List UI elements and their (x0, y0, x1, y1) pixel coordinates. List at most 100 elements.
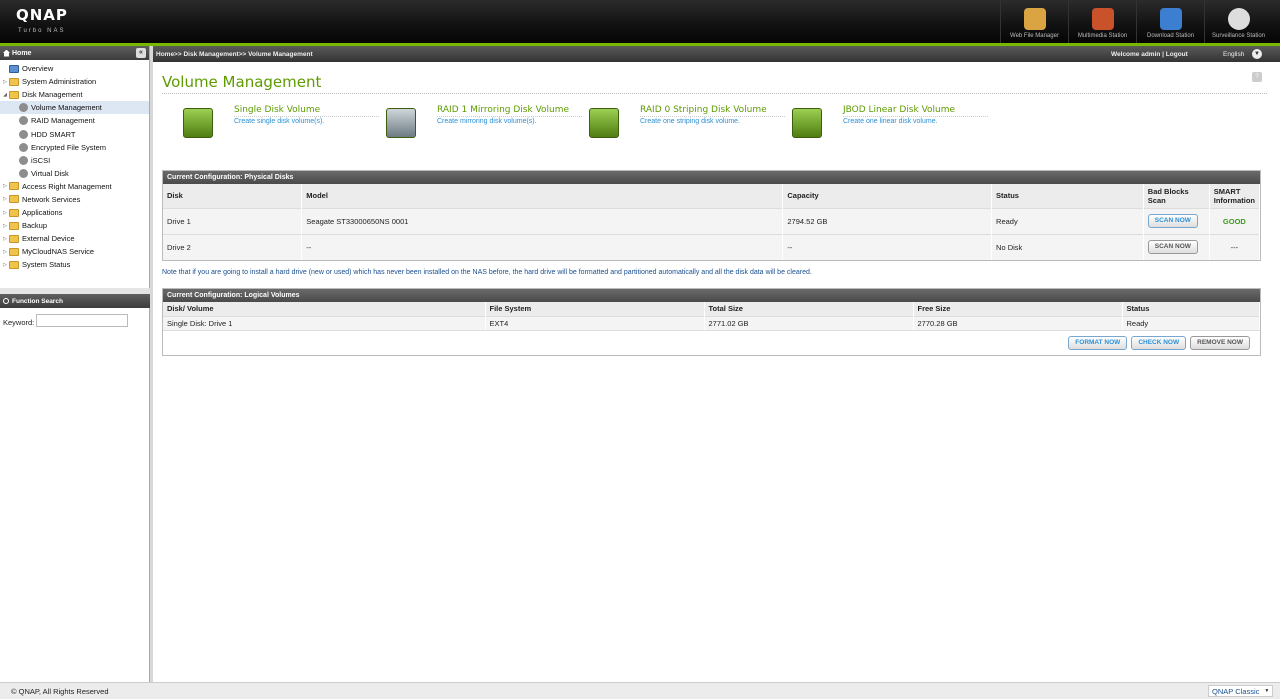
page-title: Volume Management (162, 73, 322, 91)
theme-select[interactable]: QNAP Classic ▼ (1208, 685, 1274, 697)
main-content: Volume Management ? Single Disk Volume C… (153, 62, 1280, 682)
folder-icon (9, 260, 19, 269)
multimedia-station-button[interactable]: Multimedia Station (1068, 0, 1136, 43)
sidebar-item-encrypted-file-system[interactable]: Encrypted File System (0, 141, 149, 154)
sidebar-item-system-status[interactable]: ▷ System Status (0, 258, 149, 271)
footer: © QNAP, All Rights Reserved QNAP Classic… (0, 682, 1280, 699)
qnap-logo: QNAP (16, 6, 68, 24)
raid0-volume-option[interactable]: RAID 0 Striping Disk Volume Create one s… (589, 103, 785, 145)
iscsi-icon (19, 155, 28, 165)
surveillance-station-button[interactable]: Surveillance Station (1204, 0, 1272, 43)
sidebar-item-mycloudnas-service[interactable]: ▷ MyCloudNAS Service (0, 245, 149, 258)
hdd-icon (19, 129, 28, 139)
breadcrumb[interactable]: Home>> Disk Management>> Volume Manageme… (156, 51, 313, 58)
language-select[interactable]: English (1223, 51, 1244, 58)
expand-arrow-icon[interactable]: ▷ (2, 183, 8, 189)
single-disk-volume-option[interactable]: Single Disk Volume Create single disk vo… (183, 103, 379, 145)
sidebar-item-hdd-smart[interactable]: HDD SMART (0, 127, 149, 140)
logical-volumes-title: Current Configuration: Logical Volumes (163, 289, 1260, 302)
sidebar-item-volume-management[interactable]: Volume Management (0, 101, 149, 115)
raid0-disk-icon (589, 108, 619, 138)
sidebar-item-backup[interactable]: ▷ Backup (0, 219, 149, 232)
web-file-manager-button[interactable]: Web File Manager (1000, 0, 1068, 43)
virtual-disk-icon (19, 168, 28, 178)
folder-open-icon (9, 90, 19, 99)
sidebar-item-access-right-management[interactable]: ▷ Access Right Management (0, 180, 149, 193)
folder-icon (9, 221, 19, 230)
table-header-row: Disk Model Capacity Status Bad Blocks Sc… (163, 184, 1261, 208)
sidebar-item-iscsi[interactable]: iSCSI (0, 154, 149, 167)
app-shortcuts: Web File Manager Multimedia Station Down… (1000, 0, 1272, 43)
format-warning-note: Note that if you are going to install a … (162, 269, 812, 276)
header-bar: QNAP Turbo NAS Web File Manager Multimed… (0, 0, 1280, 43)
chevron-down-icon[interactable]: ▼ (1252, 49, 1262, 59)
expand-arrow-icon[interactable]: ▷ (2, 249, 8, 255)
chevron-down-icon: ▼ (1264, 688, 1270, 694)
camera-icon (1227, 8, 1250, 30)
logical-volumes-panel: Current Configuration: Logical Volumes D… (162, 288, 1261, 356)
sidebar-item-virtual-disk[interactable]: Virtual Disk (0, 167, 149, 180)
check-now-button[interactable]: CHECK NOW (1131, 336, 1187, 350)
sidebar-header: Home « (0, 46, 149, 60)
expand-arrow-icon[interactable]: ▷ (2, 210, 8, 216)
logo-subtitle: Turbo NAS (18, 28, 66, 34)
scan-now-button[interactable]: SCAN NOW (1147, 240, 1198, 255)
copyright: © QNAP, All Rights Reserved (11, 687, 109, 696)
jbod-volume-option[interactable]: JBOD Linear Disk Volume Create one linea… (792, 103, 988, 145)
logical-volumes-actions: FORMAT NOW CHECK NOW REMOVE NOW (163, 330, 1260, 355)
sidebar-item-external-device[interactable]: ▷ External Device (0, 232, 149, 245)
folder-search-icon (1023, 8, 1046, 30)
sidebar: Home « Overview ▷ System Administration ◢… (0, 46, 150, 682)
keyword-label: Keyword: (3, 318, 35, 327)
physical-disks-title: Current Configuration: Physical Disks (163, 171, 1260, 184)
film-icon (1091, 8, 1114, 30)
expand-arrow-icon[interactable]: ▷ (2, 79, 8, 85)
logical-volumes-table: Disk/ Volume File System Total Size Free… (163, 302, 1260, 330)
home-icon (3, 49, 10, 57)
expand-arrow-icon[interactable]: ▷ (2, 196, 8, 202)
sidebar-item-raid-management[interactable]: RAID Management (0, 114, 149, 127)
download-globe-icon (1159, 8, 1182, 30)
expand-arrow-icon[interactable]: ▷ (2, 223, 8, 229)
sidebar-item-network-services[interactable]: ▷ Network Services (0, 193, 149, 206)
keyword-input[interactable] (36, 314, 128, 327)
welcome-logout[interactable]: Welcome admin | Logout (1111, 51, 1188, 58)
lock-icon (19, 142, 28, 152)
raid1-volume-option[interactable]: RAID 1 Mirroring Disk Volume Create mirr… (386, 103, 582, 145)
content-topbar: Home>> Disk Management>> Volume Manageme… (153, 46, 1280, 62)
overview-icon (9, 64, 19, 73)
sidebar-item-overview[interactable]: Overview (0, 62, 149, 75)
title-divider (162, 93, 1267, 94)
collapse-sidebar-button[interactable]: « (136, 48, 146, 58)
sidebar-item-disk-management[interactable]: ◢ Disk Management (0, 88, 149, 101)
nav-tree: Overview ▷ System Administration ◢ Disk Ma… (0, 60, 149, 272)
physical-disks-panel: Current Configuration: Physical Disks Di… (162, 170, 1261, 261)
expand-arrow-icon[interactable]: ▷ (2, 236, 8, 242)
folder-icon (9, 208, 19, 217)
sidebar-item-system-administration[interactable]: ▷ System Administration (0, 75, 149, 88)
folder-icon (9, 195, 19, 204)
physical-disks-table: Disk Model Capacity Status Bad Blocks Sc… (163, 184, 1261, 260)
single-disk-icon (183, 108, 213, 138)
folder-icon (9, 247, 19, 256)
table-row: Drive 2 -- -- No Disk SCAN NOW --- (163, 233, 1261, 260)
remove-now-button[interactable]: REMOVE NOW (1190, 336, 1250, 350)
download-station-button[interactable]: Download Station (1136, 0, 1204, 43)
scan-now-button[interactable]: SCAN NOW (1147, 214, 1198, 228)
sidebar-title: Home (12, 49, 32, 57)
folder-icon (9, 234, 19, 243)
table-row[interactable]: Single Disk: Drive 1 EXT4 2771.02 GB 277… (163, 315, 1260, 330)
volume-icon (19, 103, 28, 113)
collapse-arrow-icon[interactable]: ◢ (2, 92, 8, 98)
smart-status-badge[interactable]: GOOD (1209, 207, 1261, 234)
function-search-header: Function Search (0, 294, 150, 308)
folder-icon (9, 182, 19, 191)
raid-icon (19, 116, 28, 126)
sidebar-item-applications[interactable]: ▷ Applications (0, 206, 149, 219)
format-now-button[interactable]: FORMAT NOW (1068, 336, 1128, 350)
table-row: Drive 1 Seagate ST33000650NS 0001 2794.5… (163, 207, 1261, 234)
expand-arrow-icon[interactable]: ▷ (2, 262, 8, 268)
search-icon (3, 298, 9, 304)
raid1-disk-icon (386, 108, 416, 138)
help-icon[interactable]: ? (1252, 72, 1262, 82)
